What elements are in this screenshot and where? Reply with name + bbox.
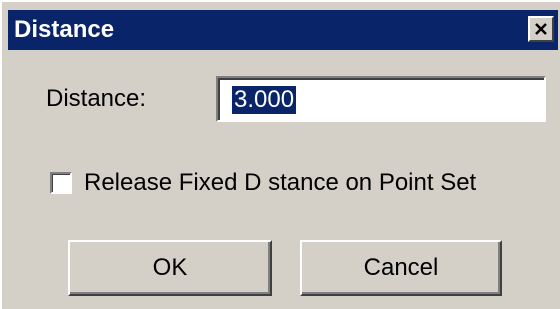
distance-input[interactable]: 3.000 xyxy=(216,76,546,122)
close-icon xyxy=(535,23,547,35)
release-fixed-distance-label[interactable]: Release Fixed D stance on Point Set xyxy=(84,168,476,198)
cancel-button[interactable]: Cancel xyxy=(300,240,502,296)
close-button[interactable] xyxy=(528,16,554,42)
distance-dialog: Distance Distance: 3.000 Release Fixed D… xyxy=(0,0,560,309)
ok-button[interactable]: OK xyxy=(68,240,272,296)
distance-input-value: 3.000 xyxy=(232,86,297,114)
distance-label: Distance: xyxy=(46,85,147,112)
release-fixed-distance-checkbox[interactable] xyxy=(50,172,72,194)
title-bar[interactable]: Distance xyxy=(8,10,558,50)
window-title: Distance xyxy=(14,16,115,43)
